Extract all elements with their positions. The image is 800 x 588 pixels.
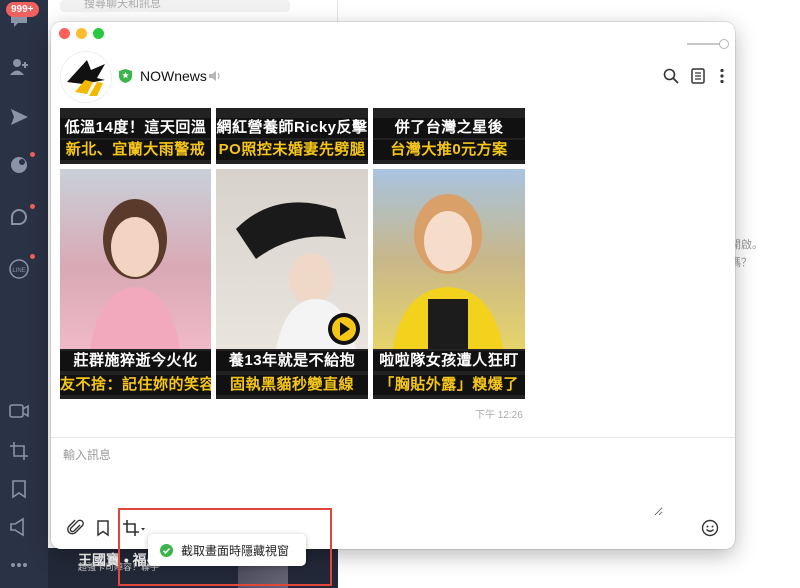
bookmark-icon[interactable]: [94, 519, 112, 537]
more-icon[interactable]: [8, 554, 30, 576]
news-subheadline: 台灣大推0元方案: [373, 140, 525, 160]
opacity-slider-handle[interactable]: [719, 39, 729, 49]
news-photo: [373, 169, 525, 349]
line-icon[interactable]: LINE: [8, 258, 30, 280]
zoom-button[interactable]: [93, 28, 104, 39]
megaphone-icon[interactable]: [8, 516, 30, 538]
news-headline: 低溫14度！這天回溫: [60, 118, 211, 138]
news-photo: [60, 169, 211, 349]
news-card[interactable]: 啦啦隊女孩遭人狂盯 「胸貼外露」糗爆了: [373, 169, 525, 399]
search-icon[interactable]: [662, 67, 680, 85]
news-card[interactable]: 低溫14度！這天回溫 新北、宜蘭大雨警戒: [60, 108, 211, 164]
news-headline: 併了台灣之星後: [373, 118, 525, 138]
news-subheadline: 固執黑貓秒變直線: [216, 375, 368, 395]
more-icon[interactable]: [713, 67, 731, 85]
news-headline: 莊群施猝逝今火化: [60, 351, 211, 371]
notification-dot: [30, 152, 35, 157]
message-input[interactable]: [63, 446, 663, 516]
check-circle-icon: [160, 543, 173, 557]
news-headline: 養13年就是不給抱: [216, 351, 368, 371]
chat-window: NOWnews 低溫14度！這天回溫 新北、宜蘭大雨警戒 網紅營養師Ricky反…: [51, 22, 735, 549]
chat-search-input[interactable]: 搜尋聊天和訊息: [60, 0, 290, 12]
chat-title: NOWnews: [140, 68, 207, 84]
news-subheadline: 「胸貼外露」糗爆了: [373, 375, 525, 395]
verified-shield-icon: [119, 69, 132, 83]
app-sidebar: 999+ LINE: [0, 0, 48, 588]
paperclip-icon[interactable]: [67, 519, 85, 537]
message-area: 低溫14度！這天回溫 新北、宜蘭大雨警戒 網紅營養師Ricky反擊 PO照控未婚…: [51, 108, 735, 437]
notification-dot: [30, 204, 35, 209]
unread-badge: 999+: [6, 2, 39, 17]
hide-window-label: 截取畫面時隱藏視窗: [181, 543, 290, 558]
notification-dot: [30, 254, 35, 259]
news-photo: [216, 169, 368, 349]
square-icon[interactable]: [8, 206, 30, 228]
send-icon[interactable]: [8, 106, 30, 128]
video-icon[interactable]: [8, 400, 30, 422]
news-card[interactable]: 網紅營養師Ricky反擊 PO照控未婚妻先劈腿: [216, 108, 368, 164]
news-headline: 網紅營養師Ricky反擊: [216, 118, 368, 138]
minimize-button[interactable]: [76, 28, 87, 39]
news-subheadline: PO照控未婚妻先劈腿: [216, 140, 368, 160]
speaker-icon: [209, 71, 220, 81]
add-friend-icon[interactable]: [8, 56, 30, 78]
news-headline: 啦啦隊女孩遭人狂盯: [373, 351, 525, 371]
news-card[interactable]: 併了台灣之星後 台灣大推0元方案: [373, 108, 525, 164]
svg-text:LINE: LINE: [12, 268, 25, 274]
hide-window-option[interactable]: 截取畫面時隱藏視窗: [148, 534, 306, 566]
close-button[interactable]: [59, 28, 70, 39]
bookmark-icon[interactable]: [8, 478, 30, 500]
divider: [51, 437, 735, 438]
message-timestamp: 下午 12:26: [475, 410, 523, 421]
openchat-icon[interactable]: [8, 154, 30, 176]
news-card[interactable]: 養13年就是不給抱 固執黑貓秒變直線: [216, 169, 368, 399]
news-subheadline: 新北、宜蘭大雨警戒: [60, 140, 211, 160]
news-card[interactable]: 莊群施猝逝今火化 友不捨：記住妳的笑容: [60, 169, 211, 399]
news-subheadline: 友不捨：記住妳的笑容: [60, 375, 211, 395]
crop-icon[interactable]: [8, 440, 30, 462]
emoji-icon[interactable]: [701, 519, 719, 537]
avatar[interactable]: [60, 51, 112, 103]
notes-icon[interactable]: [689, 67, 707, 85]
